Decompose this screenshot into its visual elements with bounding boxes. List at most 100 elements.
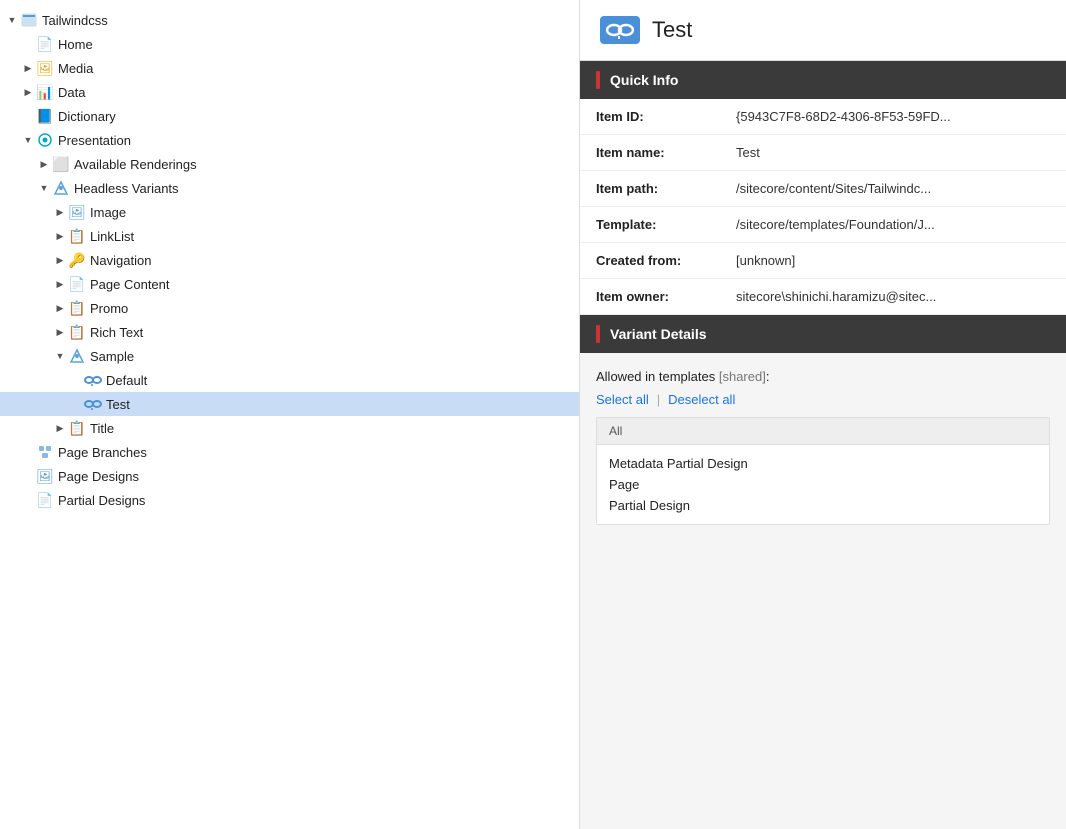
tree-icon-page-designs: 🖼 bbox=[36, 467, 54, 485]
info-label-5: Item owner: bbox=[596, 289, 736, 304]
tree-label-page-designs: Page Designs bbox=[58, 469, 139, 484]
info-label-1: Item name: bbox=[596, 145, 736, 160]
templates-list: All Metadata Partial DesignPagePartial D… bbox=[596, 417, 1050, 525]
tree-label-sample: Sample bbox=[90, 349, 134, 364]
quick-info-grid: Item ID:{5943C7F8-68D2-4306-8F53-59FD...… bbox=[580, 99, 1066, 315]
tree-item-linklist[interactable]: 📋 LinkList bbox=[0, 224, 579, 248]
tree-toggle-promo[interactable] bbox=[52, 300, 68, 316]
tree-label-presentation: Presentation bbox=[58, 133, 131, 148]
deselect-all-link[interactable]: Deselect all bbox=[668, 392, 735, 407]
tree-toggle-rich-text[interactable] bbox=[52, 324, 68, 340]
tree-icon-media: 🖼 bbox=[36, 59, 54, 77]
tree-icon-tailwindcss bbox=[20, 11, 38, 29]
variant-body: Allowed in templates [shared]: Select al… bbox=[580, 353, 1066, 541]
tree-item-presentation[interactable]: Presentation bbox=[0, 128, 579, 152]
tree-icon-navigation: 🔑 bbox=[68, 251, 86, 269]
tree-icon-dictionary: 📘 bbox=[36, 107, 54, 125]
templates-list-body: Metadata Partial DesignPagePartial Desig… bbox=[597, 445, 1049, 524]
tree-icon-headless-variants bbox=[52, 179, 70, 197]
variant-details-section: Variant Details Allowed in templates [sh… bbox=[580, 315, 1066, 541]
tree-label-default: Default bbox=[106, 373, 147, 388]
info-row-1: Item name:Test bbox=[580, 135, 1066, 171]
select-all-link[interactable]: Select all bbox=[596, 392, 649, 407]
tree-item-page-designs[interactable]: 🖼 Page Designs bbox=[0, 464, 579, 488]
allowed-templates-label: Allowed in templates [shared]: bbox=[596, 369, 1050, 384]
tree-label-page-branches: Page Branches bbox=[58, 445, 147, 460]
tree-label-partial-designs: Partial Designs bbox=[58, 493, 145, 508]
tree-icon-presentation bbox=[36, 131, 54, 149]
tree-toggle-tailwindcss[interactable] bbox=[4, 12, 20, 28]
tree-item-default[interactable]: Default bbox=[0, 368, 579, 392]
tree-toggle-linklist[interactable] bbox=[52, 228, 68, 244]
tree-icon-page-branches bbox=[36, 443, 54, 461]
tree-item-image[interactable]: 🖼Image bbox=[0, 200, 579, 224]
tree-container: Tailwindcss 📄Home 🖼 Media 📊 Data 📘 Dictionary Pr… bbox=[0, 8, 579, 512]
tree-toggle-media[interactable] bbox=[20, 60, 36, 76]
info-value-3: /sitecore/templates/Foundation/J... bbox=[736, 217, 935, 232]
tree-item-page-branches[interactable]: Page Branches bbox=[0, 440, 579, 464]
tree-toggle-headless-variants[interactable] bbox=[36, 180, 52, 196]
tree-icon-rich-text: 📋 bbox=[68, 323, 86, 341]
tree-label-linklist: LinkList bbox=[90, 229, 134, 244]
info-label-3: Template: bbox=[596, 217, 736, 232]
tree-icon-linklist: 📋 bbox=[68, 227, 86, 245]
info-row-4: Created from:[unknown] bbox=[580, 243, 1066, 279]
tree-toggle-presentation[interactable] bbox=[20, 132, 36, 148]
tree-icon-image: 🖼 bbox=[68, 203, 86, 221]
tree-toggle-title[interactable] bbox=[52, 420, 68, 436]
tree-label-available-renderings: Available Renderings bbox=[74, 157, 197, 172]
tree-item-media[interactable]: 🖼 Media bbox=[0, 56, 579, 80]
shared-tag: [shared] bbox=[719, 369, 766, 384]
tree-icon-sample bbox=[68, 347, 86, 365]
quick-info-header: Quick Info bbox=[580, 61, 1066, 99]
tree-item-rich-text[interactable]: 📋 Rich Text bbox=[0, 320, 579, 344]
tree-label-title: Title bbox=[90, 421, 114, 436]
tree-item-page-content[interactable]: 📄Page Content bbox=[0, 272, 579, 296]
tree-item-navigation[interactable]: 🔑Navigation bbox=[0, 248, 579, 272]
tree-toggle-available-renderings[interactable] bbox=[36, 156, 52, 172]
header-icon bbox=[600, 16, 640, 44]
tree-label-tailwindcss: Tailwindcss bbox=[42, 13, 108, 28]
tree-item-sample[interactable]: Sample bbox=[0, 344, 579, 368]
template-item-2[interactable]: Partial Design bbox=[609, 495, 1037, 516]
tree-toggle-sample[interactable] bbox=[52, 348, 68, 364]
tree-label-media: Media bbox=[58, 61, 93, 76]
tree-toggle-navigation[interactable] bbox=[52, 252, 68, 268]
tree-label-data: Data bbox=[58, 85, 85, 100]
tree-item-tailwindcss[interactable]: Tailwindcss bbox=[0, 8, 579, 32]
info-value-2: /sitecore/content/Sites/Tailwindc... bbox=[736, 181, 931, 196]
right-panel: Test Quick Info Item ID:{5943C7F8-68D2-4… bbox=[580, 0, 1066, 829]
tree-item-promo[interactable]: 📋Promo bbox=[0, 296, 579, 320]
tree-item-test[interactable]: Test bbox=[0, 392, 579, 416]
tree-item-dictionary[interactable]: 📘 Dictionary bbox=[0, 104, 579, 128]
info-row-2: Item path:/sitecore/content/Sites/Tailwi… bbox=[580, 171, 1066, 207]
tree-toggle-data[interactable] bbox=[20, 84, 36, 100]
templates-list-header: All bbox=[597, 418, 1049, 445]
action-separator: | bbox=[657, 392, 660, 407]
tree-item-title[interactable]: 📋 Title bbox=[0, 416, 579, 440]
page-header: Test bbox=[580, 0, 1066, 61]
tree-label-rich-text: Rich Text bbox=[90, 325, 143, 340]
tree-item-data[interactable]: 📊 Data bbox=[0, 80, 579, 104]
tree-icon-promo: 📋 bbox=[68, 299, 86, 317]
tree-item-home[interactable]: 📄Home bbox=[0, 32, 579, 56]
template-item-1[interactable]: Page bbox=[609, 474, 1037, 495]
tree-icon-default bbox=[84, 371, 102, 389]
info-value-1: Test bbox=[736, 145, 760, 160]
tree-icon-available-renderings: ⬜ bbox=[52, 155, 70, 173]
tree-icon-data: 📊 bbox=[36, 83, 54, 101]
template-item-0[interactable]: Metadata Partial Design bbox=[609, 453, 1037, 474]
page-title: Test bbox=[652, 17, 692, 43]
tree-icon-home: 📄 bbox=[36, 35, 54, 53]
tree-icon-title: 📋 bbox=[68, 419, 86, 437]
tree-panel: Tailwindcss 📄Home 🖼 Media 📊 Data 📘 Dictionary Pr… bbox=[0, 0, 580, 829]
tree-icon-test bbox=[84, 395, 102, 413]
info-row-3: Template:/sitecore/templates/Foundation/… bbox=[580, 207, 1066, 243]
tree-toggle-page-content[interactable] bbox=[52, 276, 68, 292]
tree-item-partial-designs[interactable]: 📄Partial Designs bbox=[0, 488, 579, 512]
info-label-4: Created from: bbox=[596, 253, 736, 268]
tree-label-dictionary: Dictionary bbox=[58, 109, 116, 124]
tree-toggle-image[interactable] bbox=[52, 204, 68, 220]
tree-item-available-renderings[interactable]: ⬜ Available Renderings bbox=[0, 152, 579, 176]
tree-item-headless-variants[interactable]: Headless Variants bbox=[0, 176, 579, 200]
